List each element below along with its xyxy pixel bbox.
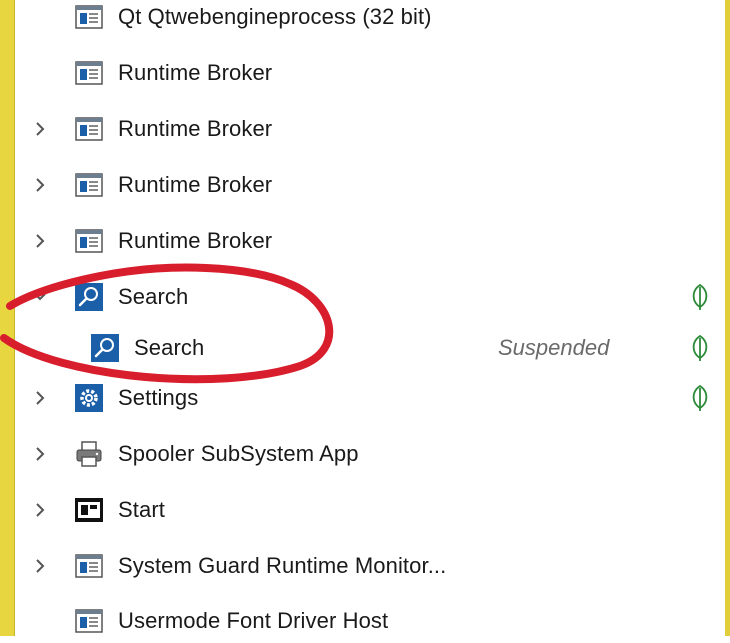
- window-app-icon: [74, 114, 104, 144]
- process-row[interactable]: Runtime Broker: [20, 107, 720, 151]
- window-edge-right: [725, 0, 730, 636]
- efficiency-mode-leaf-icon: [690, 384, 710, 412]
- chevron-down-icon[interactable]: [30, 287, 50, 307]
- search-icon: [74, 282, 104, 312]
- process-name: Settings: [118, 385, 199, 410]
- chevron-right-icon[interactable]: [30, 119, 50, 139]
- window-app-icon: [74, 606, 104, 636]
- printer-icon: [74, 439, 104, 469]
- start-icon: [74, 495, 104, 525]
- window-app-icon: [74, 226, 104, 256]
- chevron-right-icon[interactable]: [30, 444, 50, 464]
- process-name: Start: [118, 497, 165, 522]
- process-name: Search: [118, 284, 189, 309]
- process-status: Suspended: [498, 335, 610, 360]
- search-icon: [90, 333, 120, 363]
- window-app-icon: [74, 58, 104, 88]
- process-name: Usermode Font Driver Host: [118, 608, 389, 633]
- process-name: Qt Qtwebengineprocess (32 bit): [118, 4, 432, 29]
- window-app-icon: [74, 2, 104, 32]
- efficiency-mode-leaf-icon: [690, 283, 710, 311]
- efficiency-mode-leaf-icon: [690, 334, 710, 362]
- window-app-icon: [74, 170, 104, 200]
- process-name: Runtime Broker: [118, 116, 273, 141]
- process-row[interactable]: Runtime Broker: [20, 219, 720, 263]
- process-row[interactable]: Settings: [20, 376, 720, 420]
- process-row[interactable]: Search: [20, 275, 720, 319]
- process-name: Runtime Broker: [118, 172, 273, 197]
- process-row[interactable]: Usermode Font Driver Host: [20, 599, 720, 643]
- process-name: Runtime Broker: [118, 228, 273, 253]
- window-edge-line: [14, 0, 15, 636]
- chevron-right-icon[interactable]: [30, 556, 50, 576]
- process-name: Spooler SubSystem App: [118, 441, 359, 466]
- process-row[interactable]: Spooler SubSystem App: [20, 432, 720, 476]
- process-row[interactable]: Qt Qtwebengineprocess (32 bit): [20, 0, 720, 39]
- window-app-icon: [74, 551, 104, 581]
- chevron-right-icon[interactable]: [30, 175, 50, 195]
- process-row[interactable]: Runtime Broker: [20, 51, 720, 95]
- gear-icon: [74, 383, 104, 413]
- process-name: Search: [134, 335, 205, 360]
- process-row[interactable]: Start: [20, 488, 720, 532]
- chevron-right-icon[interactable]: [30, 388, 50, 408]
- chevron-right-icon[interactable]: [30, 500, 50, 520]
- process-row[interactable]: Runtime Broker: [20, 163, 720, 207]
- process-row[interactable]: System Guard Runtime Monitor...: [20, 544, 720, 588]
- window-edge-left: [0, 0, 14, 636]
- process-name: Runtime Broker: [118, 60, 273, 85]
- process-row[interactable]: Search Suspended: [20, 326, 720, 370]
- chevron-right-icon[interactable]: [30, 231, 50, 251]
- process-name: System Guard Runtime Monitor...: [118, 553, 447, 578]
